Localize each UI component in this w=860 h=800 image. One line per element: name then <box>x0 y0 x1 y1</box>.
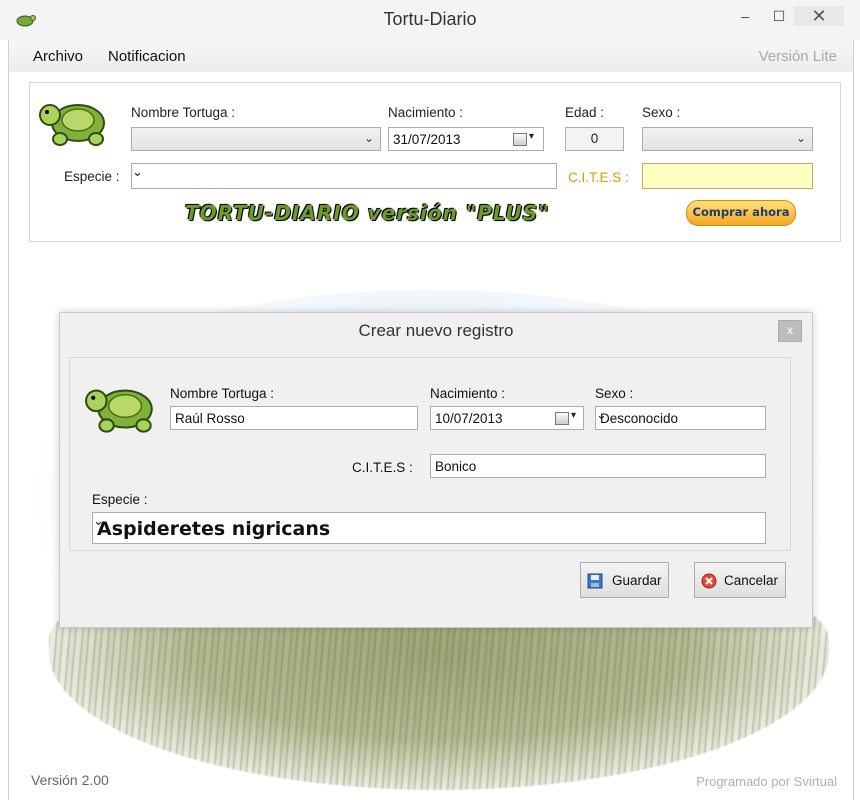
nombre-tortuga-label: Nombre Tortuga : <box>131 105 236 120</box>
dialog-especie-combo[interactable]: Aspideretes nigricans ⌄ <box>92 512 766 544</box>
especie-combo[interactable]: ⌄ <box>131 163 557 189</box>
edad-field: 0 <box>565 127 624 151</box>
dialog-nombre-value: Raúl Rosso <box>175 411 245 426</box>
nacimiento-date-picker[interactable]: 31/07/2013 ▾ <box>388 127 544 151</box>
dialog-nacimiento-value: 10/07/2013 <box>435 411 503 426</box>
chevron-down-icon[interactable]: ▾ <box>571 410 576 421</box>
menu-notificacion[interactable]: Notificacion <box>108 48 186 65</box>
chevron-down-icon: ⌄ <box>132 164 143 179</box>
title-bar: Tortu-Diario – ☐ ✕ <box>0 0 860 40</box>
dialog-sexo-combo[interactable]: Desconocido ⌄ <box>595 406 766 430</box>
dialog-especie-label: Especie : <box>92 492 148 507</box>
dialog-close-button[interactable]: x <box>778 320 802 342</box>
dialog-especie-value: Aspideretes nigricans <box>97 518 331 540</box>
calendar-icon[interactable] <box>555 412 569 425</box>
dialog-sexo-label: Sexo : <box>595 386 634 401</box>
calendar-icon[interactable] <box>513 133 527 146</box>
cites-field[interactable] <box>642 163 813 189</box>
close-window-button[interactable]: ✕ <box>794 6 844 26</box>
dialog-nacimiento-label: Nacimiento : <box>430 386 506 401</box>
cancel-button-label: Cancelar <box>724 573 779 588</box>
credit-label: Programado por Svirtual <box>696 774 837 789</box>
cancel-x-icon <box>701 573 717 589</box>
chevron-down-icon: ⌄ <box>363 131 374 145</box>
nombre-tortuga-combo[interactable]: ⌄ <box>131 127 381 151</box>
turtle-icon <box>85 389 153 433</box>
turtle-icon <box>39 104 105 146</box>
sexo-combo[interactable]: ⌄ <box>642 127 813 151</box>
chevron-down-icon: ⌄ <box>795 131 806 145</box>
edad-label: Edad : <box>565 105 605 120</box>
version-lite-label: Versión Lite <box>758 48 837 65</box>
plus-version-banner[interactable]: TORTU-DIARIO versión "PLUS" <box>185 201 550 225</box>
save-button-label: Guardar <box>612 573 662 588</box>
sexo-label: Sexo : <box>642 105 681 120</box>
dialog-cites-value: Bonico <box>435 459 477 474</box>
menu-archivo[interactable]: Archivo <box>33 48 83 65</box>
turtle-info-panel: Nombre Tortuga : ⌄ Nacimiento : 31/07/20… <box>29 82 841 242</box>
dialog-title: Crear nuevo registro <box>358 321 514 340</box>
dialog-form-group: Nombre Tortuga : Raúl Rosso Nacimiento :… <box>69 357 791 551</box>
nacimiento-value: 31/07/2013 <box>393 132 461 147</box>
menu-bar: Archivo Notificacion Versión Lite <box>9 40 853 72</box>
especie-label: Especie : <box>64 169 120 184</box>
dialog-nombre-input[interactable]: Raúl Rosso <box>170 406 418 430</box>
main-window-client: Archivo Notificacion Versión Lite Nombre… <box>8 40 854 800</box>
dialog-nombre-label: Nombre Tortuga : <box>170 386 275 401</box>
minimize-button[interactable]: – <box>730 6 760 26</box>
dialog-nacimiento-date-picker[interactable]: 10/07/2013 ▾ <box>430 406 584 430</box>
maximize-button[interactable]: ☐ <box>764 6 794 26</box>
chevron-down-icon[interactable]: ▾ <box>529 131 534 142</box>
create-record-dialog: Crear nuevo registro x Nombre Tortuga : … <box>59 312 813 628</box>
floppy-disk-icon <box>587 573 603 589</box>
dialog-cites-label: C.I.T.E.S : <box>352 460 413 475</box>
nacimiento-label: Nacimiento : <box>388 105 464 120</box>
buy-now-button[interactable]: Comprar ahora <box>686 200 796 226</box>
save-button[interactable]: Guardar <box>580 562 669 598</box>
cancel-button[interactable]: Cancelar <box>694 562 786 598</box>
dialog-sexo-value: Desconocido <box>600 411 679 426</box>
dialog-cites-input[interactable]: Bonico <box>430 454 766 478</box>
version-label: Versión 2.00 <box>31 772 109 788</box>
cites-label: C.I.T.E.S : <box>568 170 629 185</box>
